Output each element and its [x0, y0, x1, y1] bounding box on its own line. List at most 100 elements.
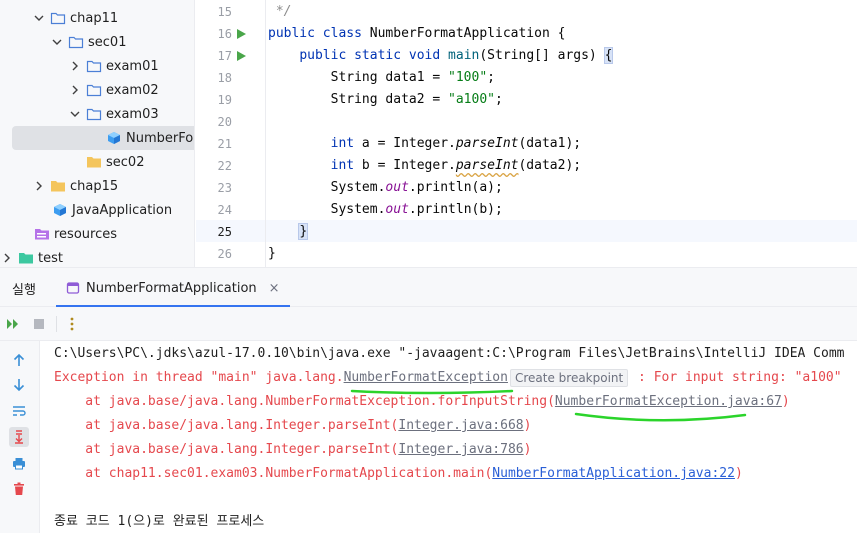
run-tool-window-header: 실행 NumberFormatApplication ×	[0, 267, 857, 307]
tree-item-chap11[interactable]: chap11	[0, 6, 194, 30]
code-line-15: */	[268, 4, 292, 19]
run-config-icon	[66, 282, 80, 294]
tree-item-label: exam01	[106, 58, 159, 74]
test-folder-icon	[18, 251, 34, 265]
tree-item-label: JavaApplication	[72, 202, 173, 218]
package-folder-icon	[86, 155, 102, 169]
scroll-to-end-icon[interactable]	[9, 427, 29, 447]
project-tree: chap11 sec01 exam01 exam02 exam03 Number…	[0, 0, 195, 267]
tree-item-chap15[interactable]: chap15	[0, 174, 194, 198]
run-class-icon[interactable]	[234, 23, 248, 45]
console-command-line: C:\Users\PC\.jdks\azul-17.0.10\bin\java.…	[54, 346, 845, 361]
stack-frame-line: at chap11.sec01.exam03.NumberFormatAppli…	[54, 466, 743, 481]
folder-icon	[68, 35, 84, 49]
chevron-right-icon[interactable]	[68, 59, 82, 73]
tree-item-numberformatapplication[interactable]: NumberFor	[12, 126, 195, 150]
close-tab-icon[interactable]: ×	[269, 281, 280, 296]
stack-frame-line: at java.base/java.lang.NumberFormatExcep…	[54, 394, 790, 409]
code-line-25: }	[298, 223, 309, 240]
tree-item-label: exam02	[106, 82, 159, 98]
line-number: 16	[217, 27, 232, 41]
stack-frame-line: at java.base/java.lang.Integer.parseInt(…	[54, 442, 532, 457]
tree-item-label: chap11	[70, 10, 119, 26]
resources-folder-icon	[34, 227, 50, 241]
line-number: 18	[217, 71, 232, 85]
line-number: 19	[217, 93, 232, 107]
line-number: 22	[217, 159, 232, 173]
process-finished-line: 종료 코드 1(으)로 완료된 프로세스	[54, 514, 265, 529]
exception-class-link[interactable]: NumberFormatException	[344, 370, 508, 385]
code-line-24: System.out.println(b);	[330, 202, 503, 217]
chevron-right-icon[interactable]	[0, 251, 14, 265]
line-number: 17	[217, 49, 232, 63]
line-number: 15	[217, 5, 232, 19]
chevron-down-icon[interactable]	[32, 11, 46, 25]
chevron-right-icon[interactable]	[32, 179, 46, 193]
code-line-19: String data2 = "a100";	[330, 92, 503, 107]
line-number: 25	[217, 225, 232, 239]
code-line-18: String data1 = "100";	[330, 70, 495, 85]
stack-frame-line: at java.base/java.lang.Integer.parseInt(…	[54, 418, 532, 433]
folder-icon	[50, 11, 66, 25]
folder-icon	[86, 59, 102, 73]
tree-item-exam01[interactable]: exam01	[0, 54, 194, 78]
tree-item-sec02[interactable]: sec02	[0, 150, 194, 174]
package-folder-icon	[50, 179, 66, 193]
code-line-21: int a = Integer.parseInt(data1);	[330, 136, 582, 151]
stack-frame-link[interactable]: NumberFormatException.java:67	[555, 394, 782, 409]
code-line-22: int b = Integer.parseInt(data2);	[330, 158, 582, 173]
chevron-right-icon[interactable]	[68, 83, 82, 97]
gutter-separator	[265, 0, 266, 267]
print-icon[interactable]	[9, 453, 29, 473]
code-editor[interactable]: 15 16 17 18 19 20 21 22 23 24 25 26 */ p…	[196, 0, 857, 267]
run-toolbar	[0, 307, 857, 341]
line-number: 21	[217, 137, 232, 151]
tree-item-label: sec02	[106, 154, 145, 170]
tree-item-label: resources	[54, 226, 118, 242]
stack-frame-link[interactable]: Integer.java:786	[398, 442, 523, 457]
toolbar-divider	[56, 316, 57, 332]
soft-wrap-icon[interactable]	[9, 401, 29, 421]
tab-label: NumberFormatApplication	[86, 280, 257, 296]
console-output[interactable]: C:\Users\PC\.jdks\azul-17.0.10\bin\java.…	[41, 341, 857, 533]
create-breakpoint-button[interactable]: Create breakpoint	[509, 368, 629, 387]
rerun-icon[interactable]	[4, 315, 22, 333]
java-class-icon	[52, 203, 68, 217]
code-line-23: System.out.println(a);	[330, 180, 503, 195]
code-line-16: public class NumberFormatApplication {	[268, 26, 566, 41]
tree-item-sec01[interactable]: sec01	[0, 30, 194, 54]
stop-icon[interactable]	[30, 315, 48, 333]
tree-item-exam03[interactable]: exam03	[0, 102, 194, 126]
stack-frame-link[interactable]: Integer.java:668	[398, 418, 523, 433]
more-options-icon[interactable]	[63, 315, 81, 333]
tree-item-label: NumberFor	[126, 130, 195, 146]
run-main-icon[interactable]	[234, 45, 248, 67]
code-line-17: public static void main(String[] args) {	[299, 47, 614, 64]
run-config-tab[interactable]: NumberFormatApplication ×	[56, 271, 290, 307]
chevron-down-icon[interactable]	[50, 35, 64, 49]
folder-icon	[86, 107, 102, 121]
tree-item-exam02[interactable]: exam02	[0, 78, 194, 102]
tool-window-title: 실행	[12, 283, 36, 298]
line-number: 24	[217, 203, 232, 217]
arrow-up-icon[interactable]	[9, 350, 29, 370]
line-number: 23	[217, 181, 232, 195]
tree-item-javaapplication[interactable]: JavaApplication	[0, 198, 194, 222]
tree-item-label: exam03	[106, 106, 159, 122]
chevron-down-icon[interactable]	[68, 107, 82, 121]
tree-item-resources[interactable]: resources	[0, 222, 194, 246]
stack-frame-link[interactable]: NumberFormatApplication.java:22	[492, 466, 735, 481]
tree-item-label: sec01	[88, 34, 127, 50]
console-exception-line: Exception in thread "main" java.lang.Num…	[54, 368, 842, 387]
trash-icon[interactable]	[9, 479, 29, 499]
tree-item-test[interactable]: test	[0, 246, 194, 267]
tree-item-label: test	[38, 250, 63, 266]
arrow-down-icon[interactable]	[9, 375, 29, 395]
line-number: 26	[217, 247, 232, 261]
line-number: 20	[217, 115, 232, 129]
code-line-26: }	[268, 246, 276, 261]
console-side-toolbar	[0, 341, 40, 533]
folder-icon	[86, 83, 102, 97]
java-class-icon	[106, 131, 122, 145]
tree-item-label: chap15	[70, 178, 119, 194]
